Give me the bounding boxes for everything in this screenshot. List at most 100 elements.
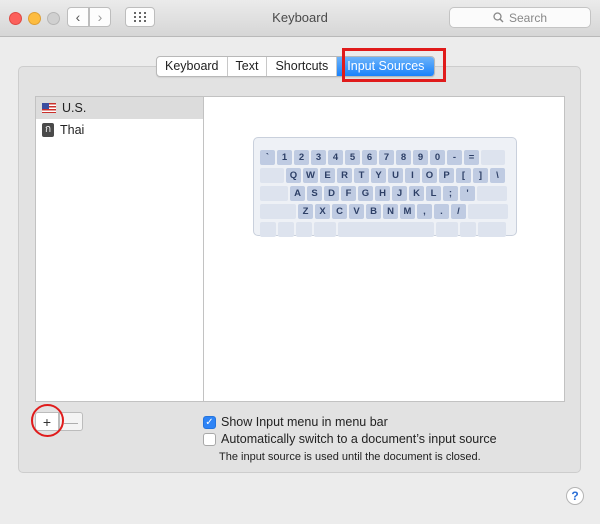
list-item-label: Thai	[60, 123, 85, 137]
title-bar: ‹ › Keyboard Search	[0, 0, 600, 37]
key: -	[447, 150, 462, 165]
modifier-key	[477, 186, 507, 201]
key: X	[315, 204, 330, 219]
key: I	[405, 168, 420, 183]
grid-icon	[134, 12, 146, 22]
command-key	[436, 222, 458, 237]
back-button[interactable]: ‹	[67, 7, 89, 27]
tab-shortcuts[interactable]: Shortcuts	[267, 57, 338, 76]
control-key	[278, 222, 294, 237]
key: ,	[417, 204, 432, 219]
key-row-numbers: ` 1 2 3 4 5 6 7 8 9 0- =	[260, 150, 505, 165]
key: .	[434, 204, 449, 219]
modifier-key	[260, 168, 284, 183]
key: 7	[379, 150, 394, 165]
modifier-key	[260, 204, 296, 219]
key: R	[337, 168, 352, 183]
key: V	[349, 204, 364, 219]
window-title: Keyboard	[272, 10, 328, 25]
space-key	[338, 222, 434, 237]
tab-highlight-annotation	[342, 48, 446, 82]
thai-input-icon: ก	[42, 123, 54, 137]
key-row-zxcv: Z X C V B N M,. /	[260, 204, 508, 219]
auto-switch-option[interactable]: Automatically switch to a document’s inp…	[203, 432, 497, 446]
modifier-key	[481, 150, 505, 165]
key-row-space	[260, 222, 506, 237]
tab-keyboard[interactable]: Keyboard	[157, 57, 228, 76]
zoom-window-button[interactable]	[47, 12, 60, 25]
key: ;	[443, 186, 458, 201]
key: Y	[371, 168, 386, 183]
key: N	[383, 204, 398, 219]
key: D	[324, 186, 339, 201]
key: Q	[286, 168, 301, 183]
show-input-menu-checkbox[interactable]: ✓	[203, 415, 216, 429]
key: =	[464, 150, 479, 165]
minimize-window-button[interactable]	[28, 12, 41, 25]
forward-button[interactable]: ›	[89, 7, 111, 27]
key: Z	[298, 204, 313, 219]
key: S	[307, 186, 322, 201]
modifier-key	[468, 204, 508, 219]
key: F	[341, 186, 356, 201]
search-field[interactable]: Search	[449, 7, 591, 28]
key: 9	[413, 150, 428, 165]
key: K	[409, 186, 424, 201]
us-flag-icon	[42, 103, 56, 113]
key: 2	[294, 150, 309, 165]
input-source-list[interactable]: U.S. ก Thai	[35, 96, 204, 402]
key: L	[426, 186, 441, 201]
key: 4	[328, 150, 343, 165]
chevron-right-icon: ›	[97, 9, 103, 25]
key: 8	[396, 150, 411, 165]
key: G	[358, 186, 373, 201]
arrow-keys	[478, 222, 506, 237]
key: \	[490, 168, 505, 183]
command-key	[314, 222, 336, 237]
key: ]	[473, 168, 488, 183]
search-placeholder: Search	[508, 10, 548, 25]
key: T	[354, 168, 369, 183]
key: 3	[311, 150, 326, 165]
close-window-button[interactable]	[9, 12, 22, 25]
auto-switch-label: Automatically switch to a document’s inp…	[221, 432, 497, 446]
key: `	[260, 150, 275, 165]
key: J	[392, 186, 407, 201]
key: 0	[430, 150, 445, 165]
key-row-qwerty: Q W E R T Y U I O P[] \	[260, 168, 505, 183]
key: A	[290, 186, 305, 201]
key: B	[366, 204, 381, 219]
add-button-highlight-annotation	[31, 404, 64, 437]
key: '	[460, 186, 475, 201]
key-row-asdf: A S D F G H J K L; '	[260, 186, 507, 201]
list-item-label: U.S.	[62, 101, 87, 115]
option-key	[296, 222, 312, 237]
key: /	[451, 204, 466, 219]
keyboard-layout-preview: ` 1 2 3 4 5 6 7 8 9 0- = Q W E R T Y U I O P[] \ A S D F G H J K L; ' …	[253, 137, 517, 237]
key: O	[422, 168, 437, 183]
show-input-menu-option[interactable]: ✓ Show Input menu in menu bar	[203, 415, 388, 429]
key: 6	[362, 150, 377, 165]
key: M	[400, 204, 415, 219]
help-button[interactable]: ?	[566, 487, 584, 505]
chevron-left-icon: ‹	[75, 9, 81, 25]
key: U	[388, 168, 403, 183]
key: 5	[345, 150, 360, 165]
key: C	[332, 204, 347, 219]
key: 1	[277, 150, 292, 165]
tab-text[interactable]: Text	[228, 57, 268, 76]
key: H	[375, 186, 390, 201]
option-key	[460, 222, 476, 237]
key: [	[456, 168, 471, 183]
auto-switch-note: The input source is used until the docum…	[219, 451, 481, 463]
fn-key	[260, 222, 276, 237]
list-item-us[interactable]: U.S.	[36, 97, 203, 119]
show-input-menu-label: Show Input menu in menu bar	[221, 415, 388, 429]
auto-switch-checkbox[interactable]	[203, 432, 216, 446]
key: P	[439, 168, 454, 183]
list-item-thai[interactable]: ก Thai	[36, 119, 203, 141]
modifier-key	[260, 186, 288, 201]
key: E	[320, 168, 335, 183]
show-all-button[interactable]	[125, 7, 155, 27]
search-icon	[493, 12, 504, 23]
